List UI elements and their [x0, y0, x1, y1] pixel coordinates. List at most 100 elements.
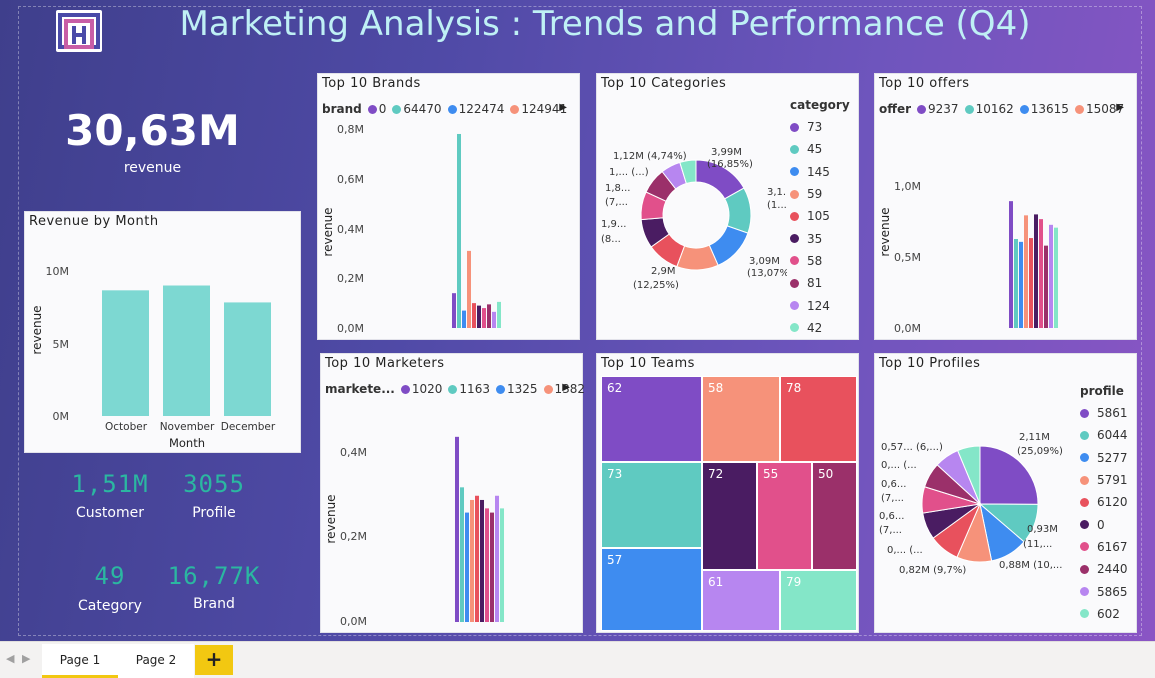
legend-dot [1080, 497, 1089, 507]
bar-december [224, 302, 271, 416]
legend-item: 0 [1080, 513, 1128, 535]
y-tick: 0,4M [340, 446, 367, 459]
bar-november [163, 285, 210, 416]
y-tick: 0M [53, 410, 70, 423]
bar [470, 499, 474, 622]
legend-item: 5865 [1080, 580, 1128, 602]
y-axis-label: revenue [321, 207, 335, 256]
slice-label: (8... [601, 234, 621, 245]
top-categories-legend: category 73 45 145 59 105 35 58 81 124 42 [790, 98, 850, 339]
bar [452, 293, 456, 328]
slice-label: (7,... [881, 493, 904, 504]
top-offers-card[interactable]: Top 10 offers offer 9237 10162 13615 150… [874, 73, 1137, 340]
legend-dot [1080, 453, 1089, 463]
top-marketers-chart: 0,4M 0,2M 0,0M revenue [324, 436, 504, 628]
slice-label: 3,09M [749, 256, 780, 267]
y-axis-label: revenue [878, 207, 892, 256]
treemap-cell[interactable]: 79 [780, 570, 857, 631]
legend-label: 5865 [1097, 584, 1128, 599]
slice-label: 0,6... [881, 479, 906, 490]
slice-label: 1,... (...) [609, 167, 649, 178]
treemap-cell[interactable]: 72 [702, 462, 757, 570]
bar [457, 133, 461, 328]
bar [455, 436, 459, 622]
y-tick: 1,0M [894, 180, 921, 193]
treemap-cell[interactable]: 55 [757, 462, 812, 570]
legend-label: 5791 [1097, 473, 1128, 488]
bar [1039, 219, 1043, 328]
next-page-arrow[interactable]: ▶ [22, 652, 30, 665]
bar-october [102, 290, 149, 416]
legend-label: 2440 [1097, 562, 1128, 577]
bar [1044, 245, 1048, 328]
treemap-cell[interactable]: 62 [601, 376, 702, 462]
customer-kpi-value: 1,51M [71, 470, 149, 498]
y-tick: 0,0M [894, 322, 921, 335]
legend-dot [790, 301, 799, 311]
y-tick: 0,0M [340, 615, 367, 628]
top-categories-donut: 3,99M (16,85%) 3,1... (1... 3,09M (13,07… [601, 147, 787, 291]
profile-kpi-label: Profile [192, 505, 236, 521]
y-tick: 0,5M [894, 251, 921, 264]
legend-dot [1080, 542, 1089, 552]
legend-item: 6167 [1080, 536, 1128, 558]
legend-dot [790, 122, 799, 132]
legend-dot [790, 189, 799, 199]
bar [1054, 227, 1058, 328]
legend-dot [790, 211, 799, 221]
top-categories-card[interactable]: Top 10 Categories 3,99M (16,85%) 3,1... … [596, 73, 859, 340]
slice-label: (12,25%) [633, 280, 679, 291]
legend-dot [790, 234, 799, 244]
legend-item: 5277 [1080, 447, 1128, 469]
slice-label: (11,... [1023, 539, 1052, 550]
slice-label: 1,8... [605, 183, 630, 194]
tab-page-2[interactable]: Page 2 [118, 644, 194, 678]
slice-label: 3,1... [767, 187, 787, 198]
treemap-cell[interactable]: 50 [812, 462, 857, 570]
y-tick: 5M [53, 338, 70, 351]
tab-page-1[interactable]: Page 1 [42, 644, 118, 678]
bar [497, 301, 501, 328]
legend-dot [790, 167, 799, 177]
legend-label: 602 [1097, 606, 1120, 621]
legend-title: category [790, 98, 850, 112]
bar [492, 311, 496, 328]
treemap-cell[interactable]: 58 [702, 376, 780, 462]
legend-dot [790, 144, 799, 154]
bar [485, 508, 489, 622]
legend-item: 81 [790, 272, 850, 294]
bar [1019, 241, 1023, 328]
legend-item: 6120 [1080, 491, 1128, 513]
top-teams-card[interactable]: Top 10 Teams 62 58 78 73 72 55 50 57 61 … [596, 353, 859, 633]
treemap-cell[interactable]: 73 [601, 462, 702, 548]
slice-label: 1,12M (4,74%) [613, 151, 687, 162]
legend-item: 35 [790, 227, 850, 249]
treemap-cell[interactable]: 61 [702, 570, 780, 631]
top-profiles-card[interactable]: Top 10 Profiles 2,11M (25,09%) 0,93M (11… [874, 353, 1137, 633]
brand-kpi-label: Brand [193, 596, 235, 612]
legend-item: 602 [1080, 603, 1128, 625]
slice-label: (1... [767, 200, 787, 211]
top-marketers-card[interactable]: Top 10 Marketers markete... 1020 1163 13… [320, 353, 585, 633]
customer-kpi-label: Customer [75, 505, 144, 521]
bar [500, 508, 504, 622]
report-canvas: Marketing Analysis : Trends and Performa… [0, 0, 1155, 641]
legend-label: 35 [807, 231, 823, 246]
add-page-button[interactable]: + [195, 645, 233, 675]
prev-page-arrow[interactable]: ◀ [6, 652, 14, 665]
slice-label: 0,57... (6,...) [881, 442, 943, 453]
top-profiles-pie: 2,11M (25,09%) 0,93M (11,... 0,88M (10,.… [879, 432, 1063, 576]
legend-item: 5791 [1080, 469, 1128, 491]
treemap-cell[interactable]: 57 [601, 548, 702, 631]
legend-label: 124 [807, 298, 830, 313]
legend-dot [790, 256, 799, 266]
legend-dot [1080, 408, 1089, 418]
top-brands-card[interactable]: Top 10 Brands brand 0 64470 122474 12494… [317, 73, 580, 340]
revenue-by-month-card[interactable]: Revenue by Month 10M 5M 0M revenue Octob… [24, 211, 301, 453]
legend-item: 2440 [1080, 558, 1128, 580]
legend-dot [790, 323, 799, 333]
legend-item: 73 [790, 116, 850, 138]
treemap-cell[interactable]: 78 [780, 376, 857, 462]
legend-label: 58 [807, 253, 823, 268]
bar [1029, 238, 1033, 328]
